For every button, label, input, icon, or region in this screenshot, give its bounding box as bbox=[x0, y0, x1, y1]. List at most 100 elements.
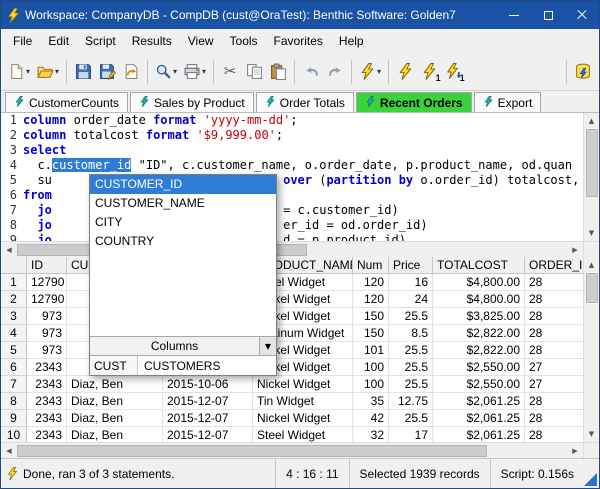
row-number-cell[interactable]: 3 bbox=[1, 308, 27, 325]
grid-cell-price[interactable]: 12.75 bbox=[389, 393, 433, 410]
menu-edit[interactable]: Edit bbox=[40, 31, 77, 51]
print-button[interactable]: ▾ bbox=[180, 57, 209, 87]
grid-cell-order-id[interactable]: 28 bbox=[525, 410, 583, 427]
save-script-as-button[interactable] bbox=[95, 57, 119, 87]
grid-cell-customer-name[interactable]: Diaz, Ben bbox=[67, 376, 163, 393]
grid-cell-price[interactable]: 25.5 bbox=[389, 342, 433, 359]
grid-cell-id[interactable]: 973 bbox=[27, 308, 67, 325]
redo-button[interactable] bbox=[323, 57, 347, 87]
tab-export[interactable]: Export bbox=[473, 92, 542, 112]
grid-cell-id[interactable]: 12790 bbox=[27, 291, 67, 308]
scrollbar-thumb[interactable] bbox=[585, 129, 598, 197]
grid-cell-totalcost[interactable]: $2,061.25 bbox=[433, 427, 525, 442]
scroll-right-icon[interactable]: ▶ bbox=[567, 442, 583, 458]
autocomplete-item-city[interactable]: CITY bbox=[90, 213, 276, 232]
copy-button[interactable] bbox=[242, 57, 266, 87]
save-script-button[interactable] bbox=[71, 57, 95, 87]
menu-favorites[interactable]: Favorites bbox=[266, 31, 331, 51]
code-line[interactable]: 3 select bbox=[1, 143, 583, 158]
tab-order-totals[interactable]: Order Totals bbox=[255, 92, 354, 112]
editor-vertical-scrollbar[interactable]: ▲ ▼ bbox=[583, 113, 599, 241]
execute-from-cursor-button[interactable]: 1 bbox=[441, 57, 465, 87]
grid-cell-id[interactable]: 12790 bbox=[27, 274, 67, 291]
autocomplete-item-customer-id[interactable]: CUSTOMER_ID bbox=[90, 175, 276, 194]
line-number[interactable]: 9 bbox=[1, 233, 23, 241]
row-number-cell[interactable]: 1 bbox=[1, 274, 27, 291]
tab-customercounts[interactable]: CustomerCounts bbox=[5, 92, 129, 112]
grid-cell-order-id[interactable]: 28 bbox=[525, 274, 583, 291]
row-number-cell[interactable]: 2 bbox=[1, 291, 27, 308]
line-number[interactable]: 4 bbox=[1, 158, 23, 173]
execute-button[interactable]: ▾ bbox=[356, 57, 384, 87]
chevron-down-icon[interactable]: ▼ bbox=[259, 337, 276, 355]
grid-cell-id[interactable]: 973 bbox=[27, 325, 67, 342]
row-number-cell[interactable]: 4 bbox=[1, 325, 27, 342]
autocomplete-category-combo[interactable]: Columns ▼ bbox=[90, 336, 276, 355]
undo-button[interactable] bbox=[299, 57, 323, 87]
grid-cell-order-date[interactable]: 2015-12-07 bbox=[163, 410, 253, 427]
column-header-id[interactable]: ID bbox=[27, 257, 67, 274]
minimize-button[interactable] bbox=[497, 1, 531, 29]
menu-help[interactable]: Help bbox=[331, 31, 372, 51]
grid-cell-totalcost[interactable]: $3,825.00 bbox=[433, 308, 525, 325]
export-data-button[interactable] bbox=[571, 57, 595, 87]
grid-cell-num[interactable]: 120 bbox=[353, 274, 389, 291]
grid-cell-id[interactable]: 2343 bbox=[27, 410, 67, 427]
table-name[interactable]: CUSTOMERS bbox=[138, 356, 276, 375]
grid-cell-customer-name[interactable]: Diaz, Ben bbox=[67, 410, 163, 427]
grid-cell-totalcost[interactable]: $2,550.00 bbox=[433, 376, 525, 393]
grid-cell-totalcost[interactable]: $2,061.25 bbox=[433, 410, 525, 427]
column-header-totalcost[interactable]: TOTALCOST bbox=[433, 257, 525, 274]
menu-file[interactable]: File bbox=[5, 31, 40, 51]
scrollbar-thumb[interactable] bbox=[585, 273, 598, 303]
grid-cell-product-name[interactable]: Nickel Widget bbox=[253, 376, 353, 393]
grid-cell-num[interactable]: 120 bbox=[353, 291, 389, 308]
grid-cell-order-date[interactable]: 2015-10-06 bbox=[163, 376, 253, 393]
scroll-down-icon[interactable]: ▼ bbox=[583, 426, 599, 442]
cut-button[interactable]: ✂ bbox=[218, 57, 242, 87]
row-number-cell[interactable]: 9 bbox=[1, 410, 27, 427]
grid-cell-id[interactable]: 973 bbox=[27, 342, 67, 359]
row-number-cell[interactable]: 6 bbox=[1, 359, 27, 376]
scrollbar-thumb[interactable] bbox=[17, 444, 487, 457]
paste-button[interactable] bbox=[266, 57, 290, 87]
row-number-cell[interactable]: 5 bbox=[1, 342, 27, 359]
grid-cell-num[interactable]: 150 bbox=[353, 325, 389, 342]
dropdown-arrow-icon[interactable]: ▾ bbox=[26, 67, 30, 76]
dropdown-arrow-icon[interactable]: ▾ bbox=[202, 67, 206, 76]
line-number[interactable]: 7 bbox=[1, 203, 23, 218]
dropdown-arrow-icon[interactable]: ▾ bbox=[173, 67, 177, 76]
resize-grip[interactable] bbox=[584, 473, 597, 486]
menu-view[interactable]: View bbox=[180, 31, 222, 51]
grid-cell-num[interactable]: 35 bbox=[353, 393, 389, 410]
tab-sales-by-product[interactable]: Sales by Product bbox=[130, 92, 254, 112]
grid-cell-price[interactable]: 16 bbox=[389, 274, 433, 291]
grid-cell-order-id[interactable]: 28 bbox=[525, 342, 583, 359]
grid-cell-totalcost[interactable]: $2,822.00 bbox=[433, 325, 525, 342]
line-number[interactable]: 3 bbox=[1, 143, 23, 158]
menu-script[interactable]: Script bbox=[77, 31, 124, 51]
code-line[interactable]: 2 column totalcost format '$9,999.00'; bbox=[1, 128, 583, 143]
grid-cell-id[interactable]: 2343 bbox=[27, 393, 67, 410]
grid-cell-num[interactable]: 150 bbox=[353, 308, 389, 325]
dropdown-arrow-icon[interactable]: ▾ bbox=[377, 67, 381, 76]
open-script-button[interactable]: ▾ bbox=[33, 57, 62, 87]
grid-cell-order-id[interactable]: 28 bbox=[525, 427, 583, 442]
grid-cell-order-id[interactable]: 28 bbox=[525, 325, 583, 342]
grid-cell-price[interactable]: 25.5 bbox=[389, 410, 433, 427]
grid-cell-order-id[interactable]: 27 bbox=[525, 376, 583, 393]
grid-cell-totalcost[interactable]: $4,800.00 bbox=[433, 291, 525, 308]
new-script-button[interactable]: ▾ bbox=[5, 57, 33, 87]
grid-cell-product-name[interactable]: Tin Widget bbox=[253, 393, 353, 410]
grid-cell-totalcost[interactable]: $4,800.00 bbox=[433, 274, 525, 291]
table-alias[interactable]: CUST bbox=[90, 356, 138, 375]
grid-cell-order-id[interactable]: 28 bbox=[525, 393, 583, 410]
grid-cell-customer-name[interactable]: Diaz, Ben bbox=[67, 427, 163, 442]
execute-statement-button[interactable]: 1 bbox=[417, 57, 441, 87]
tab-recent-orders[interactable]: Recent Orders bbox=[355, 92, 472, 112]
code-line[interactable]: 4 c.customer_id "ID", c.customer_name, o… bbox=[1, 158, 583, 173]
grid-cell-num[interactable]: 32 bbox=[353, 427, 389, 442]
grid-cell-totalcost[interactable]: $2,061.25 bbox=[433, 393, 525, 410]
grid-cell-id[interactable]: 2343 bbox=[27, 359, 67, 376]
grid-cell-num[interactable]: 100 bbox=[353, 376, 389, 393]
